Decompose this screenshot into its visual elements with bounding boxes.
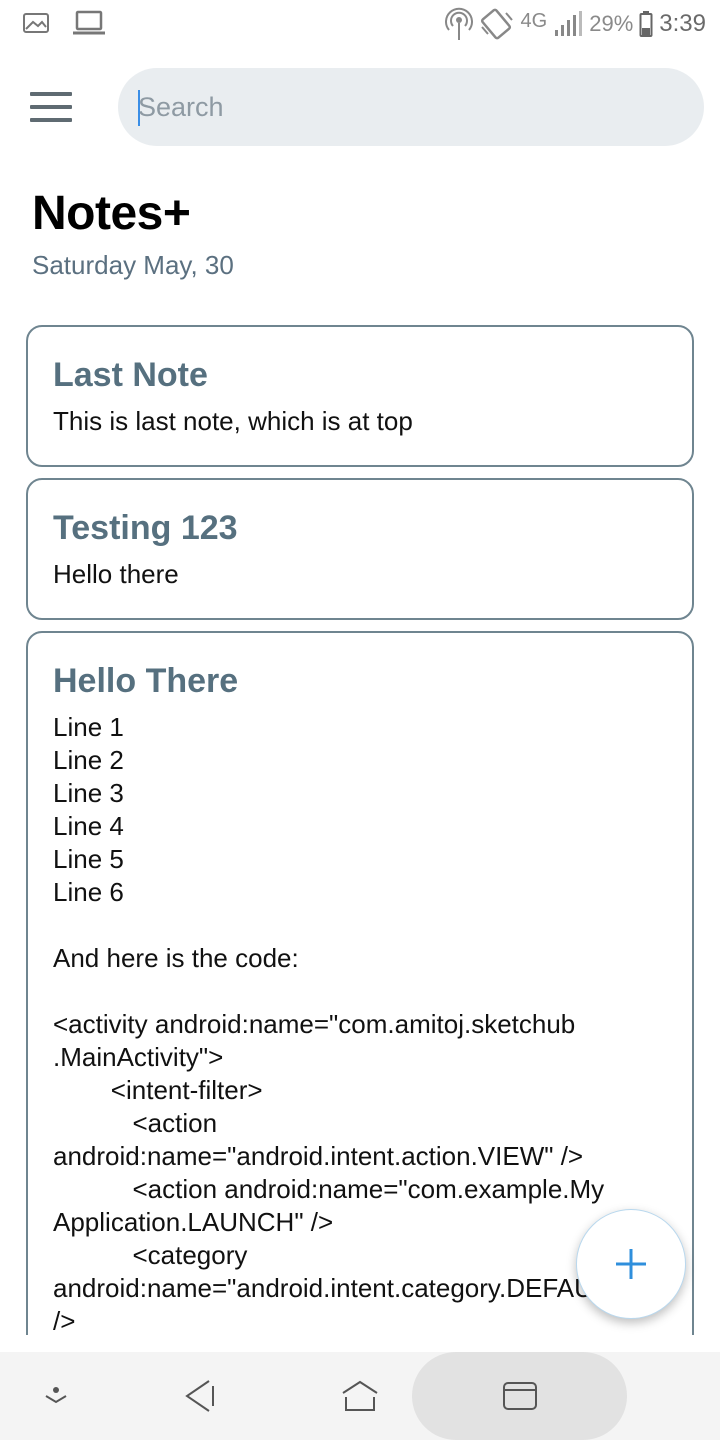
back-icon — [185, 1380, 214, 1412]
text-cursor — [138, 90, 140, 126]
note-card[interactable]: Testing 123 Hello there — [26, 478, 694, 620]
plus-icon — [616, 1249, 646, 1279]
network-type: 4G — [520, 9, 548, 32]
note-body: Hello there — [53, 559, 179, 589]
rotate-icon — [479, 7, 515, 41]
hamburger-icon — [30, 92, 72, 96]
note-card[interactable]: Last Note This is last note, which is at… — [26, 325, 694, 467]
notes-list[interactable]: Last Note This is last note, which is at… — [26, 325, 694, 1335]
page-title: Notes+ — [32, 187, 191, 240]
navigation-bar — [0, 1352, 720, 1440]
page-date: Saturday May, 30 — [32, 250, 234, 280]
note-body: Line 1 Line 2 Line 3 Line 4 Line 5 Line … — [53, 712, 631, 1335]
search-input[interactable] — [138, 91, 684, 123]
back-button[interactable] — [160, 1352, 240, 1440]
status-bar: 4G 29% 3:39 — [0, 0, 720, 48]
note-title: Last Note — [53, 356, 208, 394]
note-title: Hello There — [53, 662, 239, 700]
recents-icon — [502, 1382, 537, 1410]
signal-icon — [553, 10, 583, 38]
note-title: Testing 123 — [53, 509, 238, 547]
note-body: This is last note, which is at top — [53, 406, 413, 436]
chevron-down-icon — [45, 1387, 67, 1404]
battery-icon — [639, 10, 653, 38]
laptop-icon — [72, 9, 106, 42]
recents-button[interactable] — [412, 1352, 627, 1440]
home-button[interactable] — [320, 1352, 400, 1440]
search-bar[interactable] — [118, 68, 704, 146]
hide-nav-button[interactable] — [16, 1352, 96, 1440]
home-icon — [342, 1380, 378, 1411]
add-note-button[interactable] — [576, 1209, 686, 1319]
menu-button[interactable] — [22, 82, 80, 132]
clock: 3:39 — [659, 10, 706, 37]
battery-percent: 29% — [589, 11, 634, 36]
hotspot-icon — [444, 6, 473, 42]
gallery-icon — [22, 11, 50, 40]
